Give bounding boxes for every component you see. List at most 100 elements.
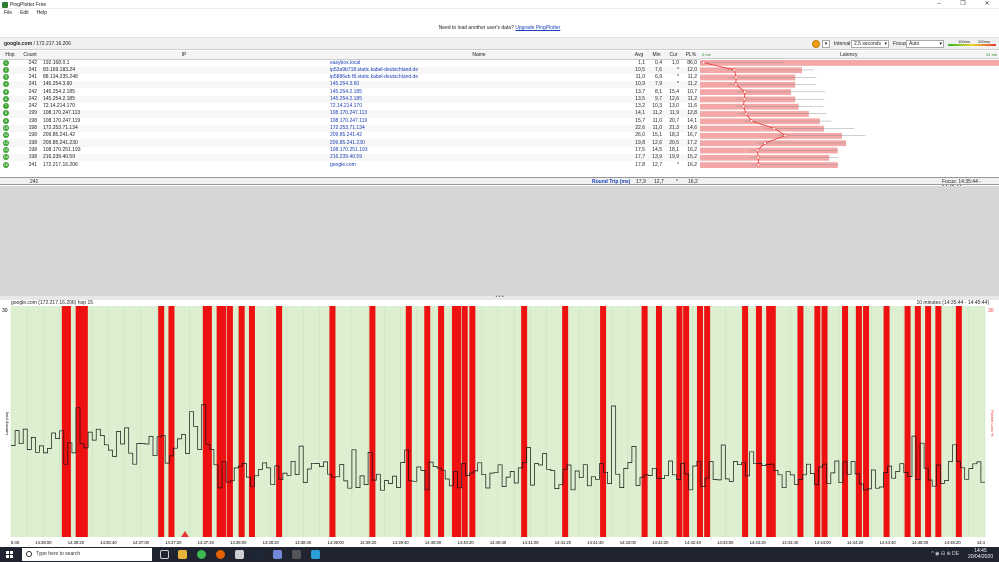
app-icon-2[interactable] bbox=[292, 550, 301, 559]
hop-count: 198 bbox=[20, 154, 40, 162]
packet-loss-mark bbox=[81, 306, 88, 537]
timeline-title: google.com (172.217.16.206) hop 15 bbox=[11, 300, 94, 306]
minimize-button[interactable]: – bbox=[927, 0, 951, 9]
hop-avg: 13,2 bbox=[635, 103, 645, 110]
hop-cur: 1,0 bbox=[672, 59, 679, 66]
x-axis-tick-label: 14:37:20 bbox=[165, 540, 182, 545]
hop-name: 108.170.247.119 bbox=[330, 117, 368, 124]
table-row[interactable]: 11 198 209.85.241.42 209.85.241.42 26,0 15,1 1… bbox=[0, 132, 700, 139]
x-axis-tick-label: 14:39:00 bbox=[328, 540, 345, 545]
pause-icon[interactable] bbox=[812, 40, 820, 48]
hop-pl: 17,2 bbox=[682, 139, 700, 147]
hop-count: 242 bbox=[28, 88, 37, 95]
clock[interactable]: 14:45 20/04/2020 bbox=[968, 548, 993, 560]
chrome-icon[interactable] bbox=[197, 550, 206, 559]
x-axis-tick-label: 14:36:00 bbox=[35, 540, 52, 545]
col-min[interactable]: Min bbox=[648, 51, 665, 60]
upgrade-link[interactable]: Upgrade PingPlotter bbox=[515, 25, 560, 31]
table-row[interactable]: 4 241 145.254.3.60 145.254.3.60 10,9 7,9 * 11,2 bbox=[0, 81, 700, 89]
hop-count: 241 bbox=[20, 66, 40, 74]
packet-loss-mark bbox=[405, 306, 412, 537]
close-button[interactable]: ✕ bbox=[975, 0, 999, 9]
summary-row: 241 Round Trip (ms) 17,9 12,7 * 16,2 Foc… bbox=[0, 177, 999, 191]
col-ip[interactable]: IP bbox=[40, 51, 328, 60]
taskbar-search[interactable]: Type here to search bbox=[22, 548, 152, 561]
hop-status-icon: 4 bbox=[3, 81, 9, 88]
table-row[interactable]: 1 242 192.168.0.1 easybox.local 1,1 0,4 1,0 86,… bbox=[0, 59, 700, 67]
col-pl[interactable]: PL% bbox=[682, 51, 700, 60]
maximize-button[interactable]: ❐ bbox=[951, 0, 975, 9]
table-row[interactable]: 10 198 172.253.71.134 172.253.71.134 22,6 11,… bbox=[0, 124, 700, 133]
hop-min: 14,5 bbox=[652, 146, 662, 153]
x-axis-tick-label: 5:40 bbox=[11, 540, 20, 545]
timeline-graph: 30 30 Latency (ms) Packet Loss % 5:40 14:36:0… bbox=[0, 300, 999, 547]
table-row[interactable]: 8 199 108.170.247.113 108.170.247.113 14,1 11… bbox=[0, 110, 700, 118]
table-row[interactable]: 2 241 83.169.183.24 ip53a9b718.static.kabel… bbox=[0, 66, 700, 74]
hop-min: 9,7 bbox=[648, 95, 665, 103]
packet-loss-mark bbox=[769, 306, 776, 537]
hop-avg: 10,9 bbox=[630, 81, 648, 89]
x-axis-tick-label: 14:40:40 bbox=[490, 540, 507, 545]
table-row[interactable]: 13 198 108.170.251.193 108.170.251.193 17,5 1… bbox=[0, 146, 700, 154]
hop-name: 209.85.241.230 bbox=[328, 139, 630, 147]
col-count[interactable]: Count bbox=[20, 51, 40, 60]
file-explorer-icon[interactable] bbox=[178, 550, 187, 559]
hop-status-icon: 3 bbox=[3, 73, 9, 80]
col-avg[interactable]: Avg bbox=[630, 51, 648, 60]
menu-edit[interactable]: Edit bbox=[20, 9, 29, 18]
pingplotter-taskbar-icon[interactable] bbox=[311, 550, 320, 559]
discord-icon[interactable] bbox=[273, 550, 282, 559]
packet-loss-mark bbox=[64, 306, 71, 537]
table-row[interactable]: 7 242 72.14.214.170 72.14.214.170 13,2 10,3 13… bbox=[0, 103, 700, 110]
packet-loss-mark bbox=[205, 306, 212, 537]
menu-bar: File Edit Help bbox=[0, 9, 999, 18]
col-name[interactable]: Name bbox=[328, 51, 630, 60]
packet-loss-mark bbox=[248, 306, 255, 537]
table-row[interactable]: 12 198 209.85.241.230 209.85.241.230 19,8 12,… bbox=[0, 139, 700, 147]
table-row[interactable]: 15 241 172.217.16.206 google.com 17,8 12,7 * 16… bbox=[0, 161, 700, 168]
table-row[interactable]: 6 242 145.254.2.185 145.254.2.185 13,5 9,7 12,… bbox=[0, 95, 700, 103]
hop-ip: 72.14.214.170 bbox=[43, 103, 75, 110]
task-view-icon[interactable] bbox=[160, 550, 169, 559]
hop-pl: 14,1 bbox=[687, 117, 697, 124]
hop-count: 241 bbox=[28, 73, 37, 80]
system-tray[interactable]: ^ ◉ ⊟ ⊕ DE bbox=[931, 551, 959, 557]
menu-file[interactable]: File bbox=[4, 9, 12, 18]
hop-table: Hop Count IP Name Avg Min Cur PL% 1 242 19… bbox=[0, 51, 700, 169]
interval-select[interactable]: 2.5 seconds ▾ bbox=[851, 40, 889, 48]
packet-loss-bar bbox=[700, 162, 838, 168]
packet-loss-mark bbox=[683, 306, 690, 537]
packet-loss-mark bbox=[842, 306, 849, 537]
packet-loss-bar bbox=[700, 67, 802, 74]
firefox-icon[interactable] bbox=[216, 550, 225, 559]
hop-cur: 11,9 bbox=[665, 110, 682, 118]
focus-select[interactable]: Auto ▾ bbox=[906, 40, 944, 48]
col-cur[interactable]: Cur bbox=[665, 51, 682, 60]
hop-min: 7,6 bbox=[648, 66, 665, 74]
hop-number: 6 bbox=[0, 95, 20, 103]
hop-avg: 13,5 bbox=[630, 95, 648, 103]
hop-min: 11,0 bbox=[648, 124, 665, 133]
packet-loss-bar bbox=[700, 60, 999, 66]
timeline-chart: 30 30 Latency (ms) Packet Loss % 5:40 14:36:0… bbox=[2, 306, 995, 545]
avg-latency-point bbox=[701, 61, 706, 65]
search-placeholder: Type here to search bbox=[36, 551, 81, 557]
table-row[interactable]: 9 198 108.170.247.119 108.170.247.119 15,7 11… bbox=[0, 117, 700, 125]
table-row[interactable]: 5 242 145.254.2.185 145.254.2.185 13,7 8,1 15,… bbox=[0, 88, 700, 95]
pause-dropdown[interactable]: ▾ bbox=[822, 40, 830, 48]
hop-count: 198 bbox=[28, 132, 37, 139]
packet-loss-mark bbox=[238, 306, 245, 537]
hop-number: 14 bbox=[0, 154, 20, 162]
table-row[interactable]: 3 241 88.134.235.248 ip5886eb f8.static.kab… bbox=[0, 73, 700, 81]
menu-help[interactable]: Help bbox=[37, 9, 47, 18]
target-bar: google.com / 172.217.16.206 ▾ Interval 2… bbox=[0, 38, 999, 50]
windows-start-icon[interactable] bbox=[6, 551, 13, 558]
hop-status-icon: 8 bbox=[3, 110, 9, 117]
hop-cur: * bbox=[665, 66, 682, 74]
hop-number: 15 bbox=[0, 161, 20, 168]
table-row[interactable]: 14 198 216.239.40.59 216.239.40.59 17,7 13,9 1… bbox=[0, 154, 700, 162]
col-hop[interactable]: Hop bbox=[0, 51, 20, 60]
steam-icon[interactable] bbox=[254, 550, 263, 559]
hop-min: 13,9 bbox=[648, 154, 665, 162]
app-icon-1[interactable] bbox=[235, 550, 244, 559]
